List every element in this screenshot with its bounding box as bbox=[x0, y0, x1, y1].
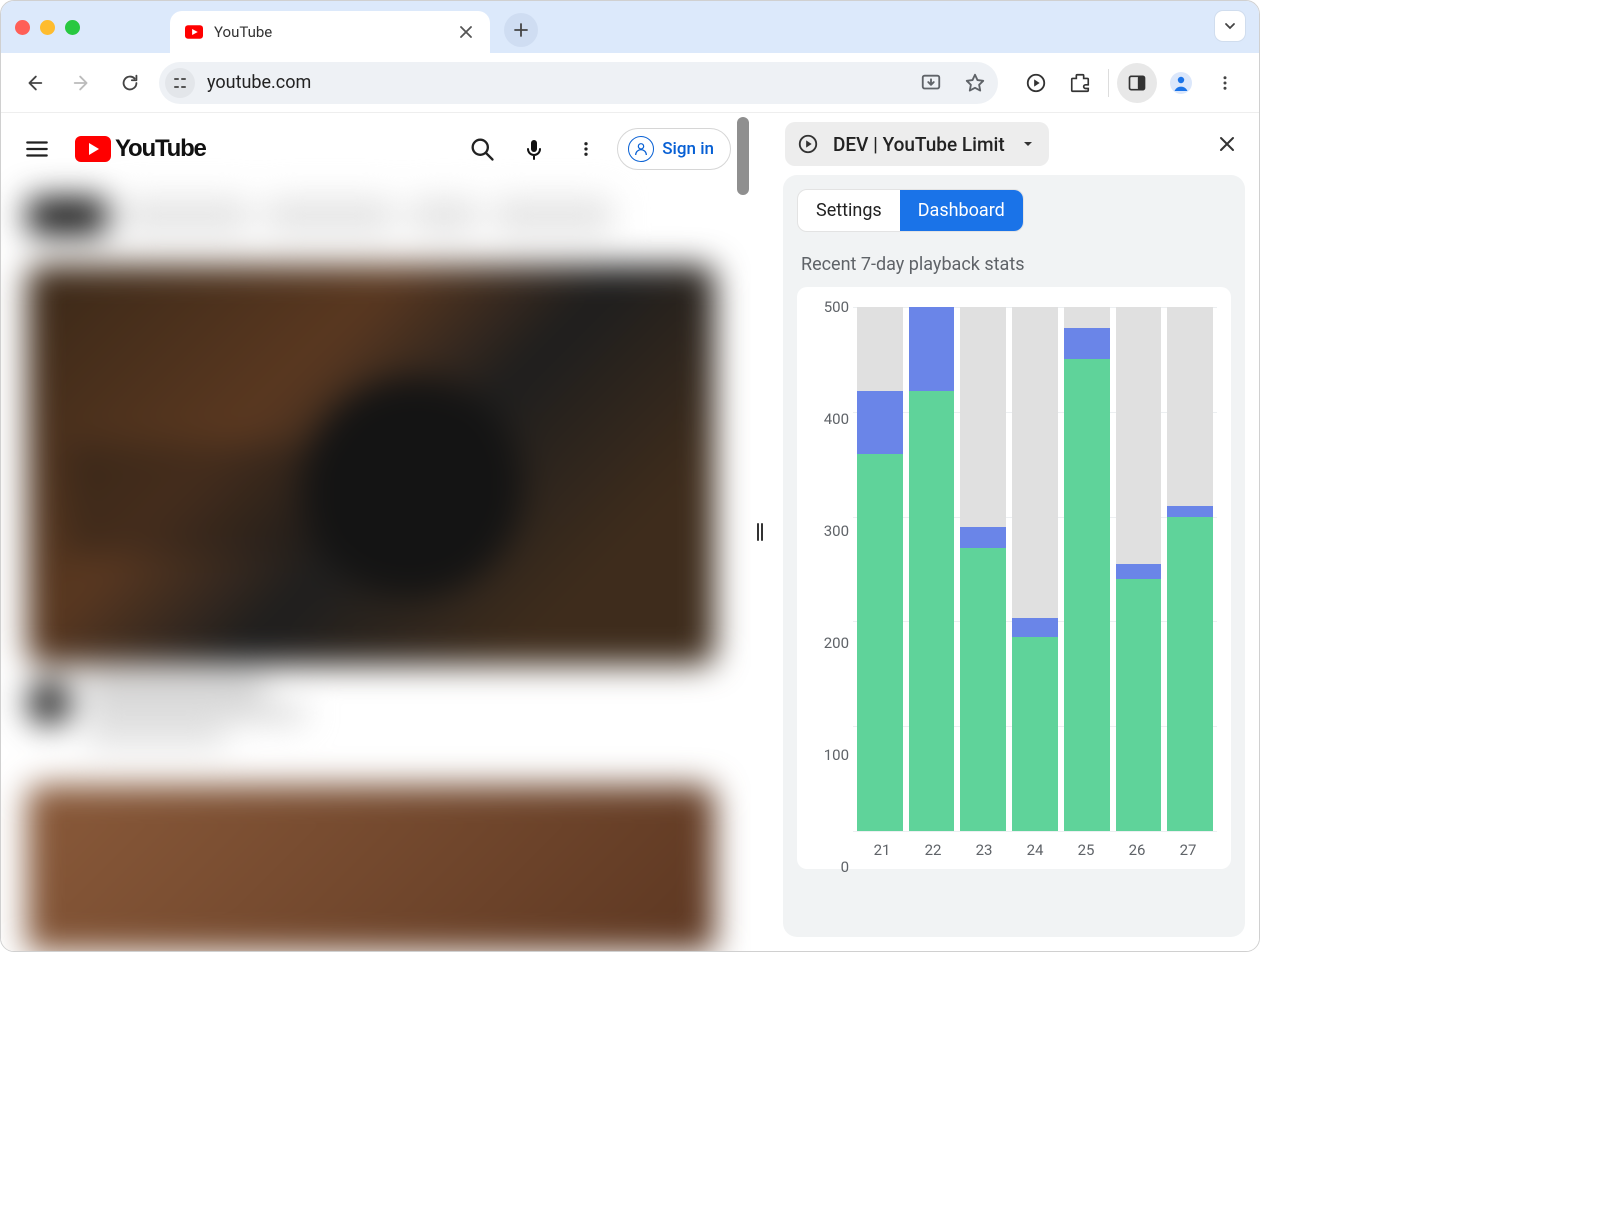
panel-body: Settings Dashboard Recent 7-day playback… bbox=[783, 175, 1245, 937]
site-info-icon[interactable] bbox=[165, 68, 195, 98]
chevron-down-icon bbox=[1021, 137, 1035, 151]
profile-icon[interactable] bbox=[1161, 63, 1201, 103]
page-viewport: YouTube Sign in bbox=[1, 113, 751, 951]
youtube-wordmark: YouTube bbox=[115, 135, 206, 163]
y-tick-label: 400 bbox=[805, 410, 849, 428]
tab-dashboard[interactable]: Dashboard bbox=[900, 190, 1023, 231]
fullscreen-window-button[interactable] bbox=[65, 20, 80, 35]
x-tick-label: 24 bbox=[1010, 841, 1060, 859]
tab-switch: Settings Dashboard bbox=[797, 189, 1024, 232]
x-tick-label: 21 bbox=[857, 841, 907, 859]
x-tick-label: 27 bbox=[1163, 841, 1213, 859]
extensions-icon[interactable] bbox=[1060, 63, 1100, 103]
kebab-menu-icon[interactable] bbox=[1205, 63, 1245, 103]
tab-settings[interactable]: Settings bbox=[798, 190, 900, 231]
reload-button[interactable] bbox=[111, 64, 149, 102]
bar-column bbox=[909, 307, 955, 831]
install-app-icon[interactable] bbox=[914, 66, 948, 100]
window-controls bbox=[15, 20, 80, 35]
toolbar-right bbox=[1008, 63, 1245, 103]
toolbar-divider bbox=[1108, 69, 1109, 97]
bar-column bbox=[1064, 307, 1110, 831]
bar-column bbox=[1012, 307, 1058, 831]
sign-in-label: Sign in bbox=[662, 139, 714, 159]
user-icon bbox=[628, 136, 654, 162]
x-tick-label: 26 bbox=[1112, 841, 1162, 859]
bar-column bbox=[857, 307, 903, 831]
minimize-window-button[interactable] bbox=[40, 20, 55, 35]
more-options-icon[interactable] bbox=[565, 128, 607, 170]
bar-column bbox=[1116, 307, 1162, 831]
page-scrollbar[interactable] bbox=[737, 117, 749, 195]
x-tick-label: 23 bbox=[959, 841, 1009, 859]
youtube-header: YouTube Sign in bbox=[1, 113, 751, 185]
close-tab-button[interactable] bbox=[456, 22, 476, 42]
chart-card: 21222324252627 0100200300400500 bbox=[797, 287, 1231, 869]
browser-tab[interactable]: YouTube bbox=[170, 11, 490, 53]
search-icon[interactable] bbox=[461, 128, 503, 170]
y-tick-label: 0 bbox=[805, 858, 849, 876]
stats-title: Recent 7-day playback stats bbox=[801, 254, 1227, 275]
back-button[interactable] bbox=[15, 64, 53, 102]
y-tick-label: 200 bbox=[805, 634, 849, 652]
new-tab-button[interactable] bbox=[504, 13, 538, 47]
extension-name: DEV | YouTube Limit bbox=[833, 133, 1005, 156]
devtools-panel: DEV | YouTube Limit Settings Dashboard R… bbox=[769, 113, 1259, 951]
playback-chart: 21222324252627 0100200300400500 bbox=[805, 301, 1223, 861]
y-tick-label: 100 bbox=[805, 746, 849, 764]
browser-tabbar: YouTube bbox=[1, 1, 1259, 53]
y-tick-label: 300 bbox=[805, 522, 849, 540]
x-tick-label: 25 bbox=[1061, 841, 1111, 859]
close-devtools-button[interactable] bbox=[1211, 128, 1243, 160]
url-text: youtube.com bbox=[205, 72, 904, 93]
close-window-button[interactable] bbox=[15, 20, 30, 35]
tab-title: YouTube bbox=[214, 23, 446, 41]
youtube-favicon-icon bbox=[184, 22, 204, 42]
hamburger-menu-icon[interactable] bbox=[21, 133, 53, 165]
browser-toolbar: youtube.com bbox=[1, 53, 1259, 113]
forward-button[interactable] bbox=[63, 64, 101, 102]
bookmark-icon[interactable] bbox=[958, 66, 992, 100]
devtools-resize-handle[interactable] bbox=[751, 113, 769, 951]
sign-in-button[interactable]: Sign in bbox=[617, 128, 731, 170]
address-bar[interactable]: youtube.com bbox=[159, 62, 998, 104]
side-panel-icon[interactable] bbox=[1117, 63, 1157, 103]
y-tick-label: 500 bbox=[805, 298, 849, 316]
youtube-play-icon bbox=[75, 136, 111, 162]
youtube-logo[interactable]: YouTube bbox=[75, 135, 206, 163]
bar-column bbox=[960, 307, 1006, 831]
tab-overflow-button[interactable] bbox=[1215, 11, 1245, 41]
blurred-content bbox=[1, 185, 741, 951]
x-tick-label: 22 bbox=[908, 841, 958, 859]
extension-selector[interactable]: DEV | YouTube Limit bbox=[785, 122, 1049, 166]
bar-column bbox=[1167, 307, 1213, 831]
extension-play-icon bbox=[795, 131, 821, 157]
extension-action-icon[interactable] bbox=[1016, 63, 1056, 103]
voice-search-icon[interactable] bbox=[513, 128, 555, 170]
